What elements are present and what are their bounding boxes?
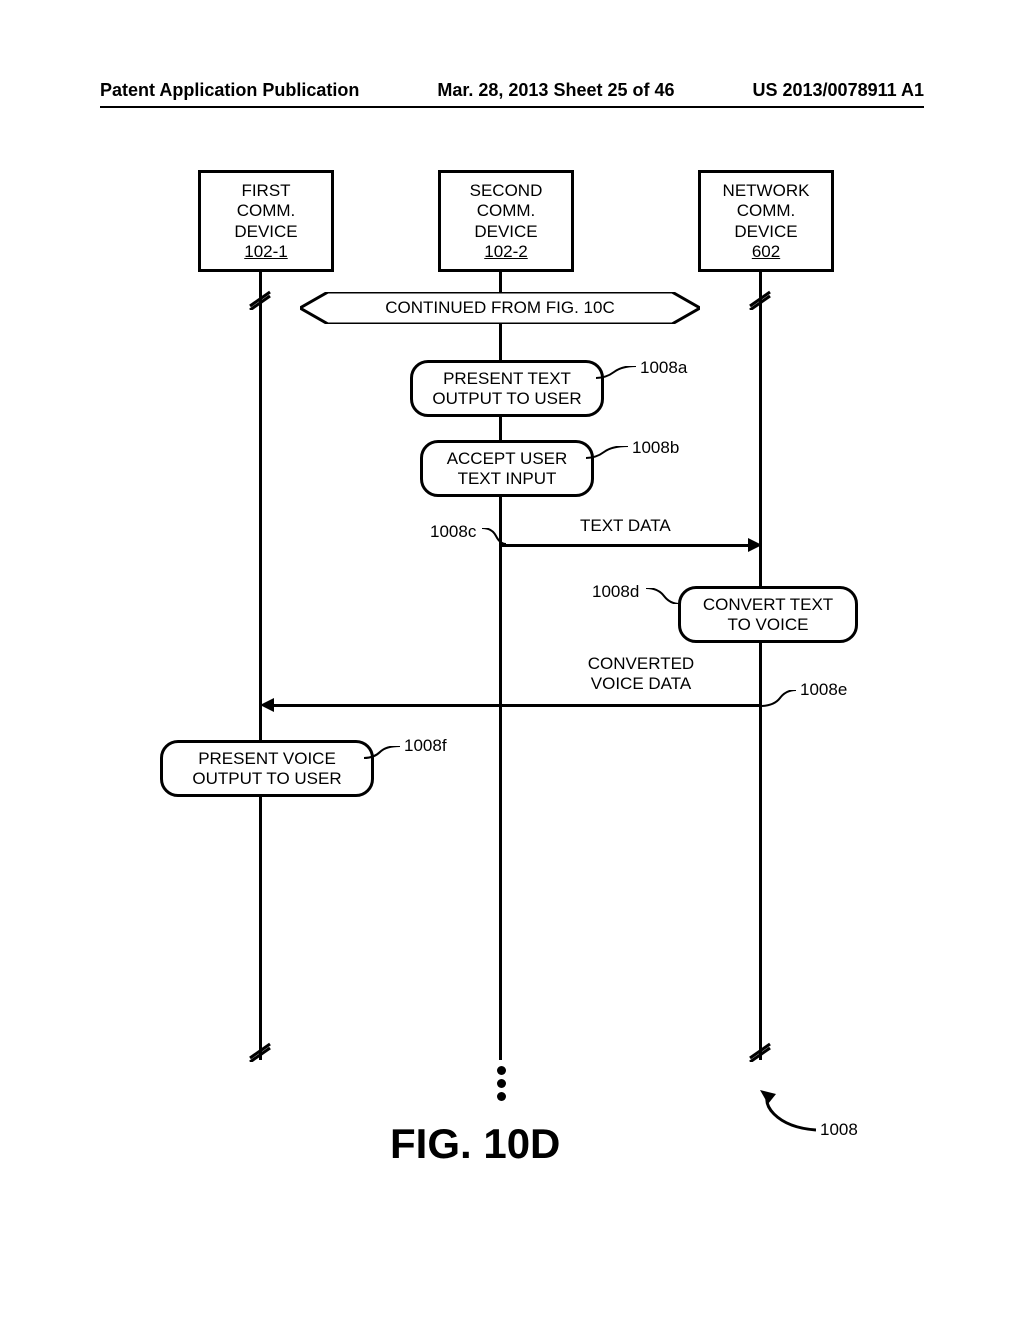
step-line: ACCEPT USER xyxy=(437,449,577,469)
actor-line: COMM. xyxy=(207,201,325,221)
actor-ref: 602 xyxy=(707,242,825,262)
lifeline-break-icon xyxy=(748,1040,772,1062)
actor-network-device: NETWORK COMM. DEVICE 602 xyxy=(698,170,834,272)
leader-line xyxy=(760,690,796,710)
msg-line: CONVERTED xyxy=(576,654,706,674)
actor-ref: 102-2 xyxy=(447,242,565,262)
actor-line: NETWORK xyxy=(707,181,825,201)
step-line: OUTPUT TO USER xyxy=(177,769,357,789)
leader-line xyxy=(760,1090,816,1134)
actor-line: COMM. xyxy=(447,201,565,221)
step-convert-voice: CONVERT TEXT TO VOICE xyxy=(678,586,858,643)
step-line: PRESENT TEXT xyxy=(427,369,587,389)
leader-line xyxy=(364,746,400,760)
ellipsis-icon xyxy=(496,1062,506,1105)
step-line: PRESENT VOICE xyxy=(177,749,357,769)
ref-1008a: 1008a xyxy=(640,358,687,378)
page-header: Patent Application Publication Mar. 28, … xyxy=(100,80,924,101)
continued-text: CONTINUED FROM FIG. 10C xyxy=(300,298,700,318)
ref-1008b: 1008b xyxy=(632,438,679,458)
step-line: OUTPUT TO USER xyxy=(427,389,587,409)
ref-1008c: 1008c xyxy=(430,522,476,542)
leader-line xyxy=(646,588,680,604)
header-rule xyxy=(100,106,924,108)
step-accept-text: ACCEPT USER TEXT INPUT xyxy=(420,440,594,497)
lifeline-first xyxy=(259,270,262,1060)
actor-line: DEVICE xyxy=(447,222,565,242)
lifeline-break-icon xyxy=(248,1040,272,1062)
lifeline-break-icon xyxy=(248,288,272,310)
page: Patent Application Publication Mar. 28, … xyxy=(0,0,1024,1320)
header-center: Mar. 28, 2013 Sheet 25 of 46 xyxy=(437,80,674,101)
arrow-text-data xyxy=(501,544,749,547)
continued-banner: CONTINUED FROM FIG. 10C xyxy=(300,292,700,324)
actor-second-device: SECOND COMM. DEVICE 102-2 xyxy=(438,170,574,272)
ref-1008d: 1008d xyxy=(592,582,639,602)
ref-1008e: 1008e xyxy=(800,680,847,700)
arrow-head-icon xyxy=(748,538,762,552)
header-left: Patent Application Publication xyxy=(100,80,359,101)
arrow-head-icon xyxy=(260,698,274,712)
arrow-converted-voice xyxy=(274,704,760,707)
actor-line: SECOND xyxy=(447,181,565,201)
msg-converted-voice: CONVERTED VOICE DATA xyxy=(576,654,706,694)
sequence-diagram: FIRST COMM. DEVICE 102-1 SECOND COMM. DE… xyxy=(130,170,910,1220)
figure-number: 1008 xyxy=(820,1120,858,1140)
figure-caption: FIG. 10D xyxy=(390,1120,560,1168)
step-line: CONVERT TEXT xyxy=(695,595,841,615)
actor-line: COMM. xyxy=(707,201,825,221)
step-present-text: PRESENT TEXT OUTPUT TO USER xyxy=(410,360,604,417)
actor-line: DEVICE xyxy=(707,222,825,242)
actor-first-device: FIRST COMM. DEVICE 102-1 xyxy=(198,170,334,272)
msg-text-data: TEXT DATA xyxy=(580,516,671,536)
lifeline-network xyxy=(759,270,762,1060)
step-line: TEXT INPUT xyxy=(437,469,577,489)
step-present-voice: PRESENT VOICE OUTPUT TO USER xyxy=(160,740,374,797)
actor-ref: 102-1 xyxy=(207,242,325,262)
msg-line: VOICE DATA xyxy=(576,674,706,694)
step-line: TO VOICE xyxy=(695,615,841,635)
leader-line xyxy=(482,528,506,544)
header-right: US 2013/0078911 A1 xyxy=(753,80,924,101)
actor-line: FIRST xyxy=(207,181,325,201)
lifeline-break-icon xyxy=(748,288,772,310)
leader-line xyxy=(596,366,636,380)
leader-line xyxy=(586,446,628,460)
ref-1008f: 1008f xyxy=(404,736,447,756)
actor-line: DEVICE xyxy=(207,222,325,242)
